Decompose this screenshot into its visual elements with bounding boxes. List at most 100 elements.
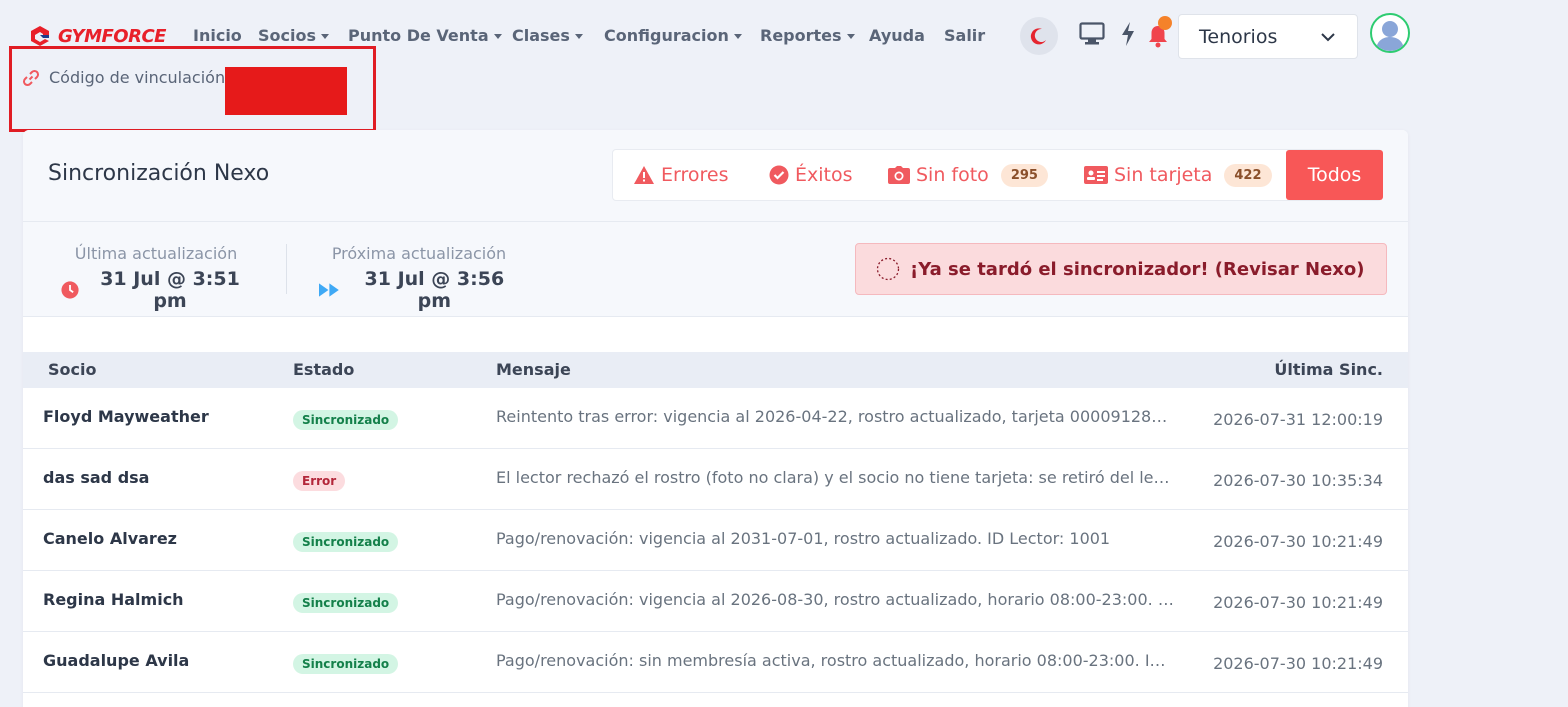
next-update-value: 31 Jul @ 3:56 pm	[364, 268, 505, 312]
cell-ultima-sinc: 2026-07-30 10:21:49	[1213, 593, 1383, 612]
filter-sin-tarjeta-button[interactable]: Sin tarjeta 422	[1084, 150, 1272, 200]
nav-item-ayuda[interactable]: Ayuda	[869, 26, 925, 45]
moon-icon	[1030, 28, 1046, 45]
link-code-row: Código de vinculación:	[22, 68, 230, 87]
nav-item-label: Reportes	[760, 26, 842, 45]
fast-forward-icon	[319, 283, 339, 297]
nav-item-label: Salir	[944, 26, 986, 45]
filter-sin-tarjeta-label: Sin tarjeta	[1114, 164, 1213, 186]
sin-tarjeta-count-badge: 422	[1224, 163, 1272, 187]
nav-item-label: Ayuda	[869, 26, 925, 45]
link-icon	[22, 69, 40, 86]
nav-item-inicio[interactable]: Inicio	[193, 26, 242, 45]
nav-item-label: Socios	[258, 26, 316, 45]
filter-errores-label: Errores	[661, 164, 729, 186]
cell-ultima-sinc: 2026-07-30 10:21:49	[1213, 654, 1383, 673]
cell-socio: Canelo Alvarez	[43, 529, 177, 548]
nav-item-label: Punto De Venta	[348, 26, 489, 45]
cell-socio: Regina Halmich	[43, 590, 184, 609]
nav-item-label: Configuracion	[604, 26, 729, 45]
last-update: Última actualización 31 Jul @ 3:51 pm	[61, 244, 251, 312]
sync-delay-alert: ¡Ya se tardó el sincronizador! (Revisar …	[855, 243, 1387, 295]
next-update-value-row: 31 Jul @ 3:56 pm	[319, 268, 519, 312]
col-header-mensaje[interactable]: Mensaje	[496, 360, 571, 379]
cell-mensaje: El lector rechazó el rostro (foto no cla…	[496, 468, 1176, 487]
cell-socio: Floyd Mayweather	[43, 407, 209, 426]
brand-name: GYMFORCE	[58, 25, 166, 47]
nav-item-label: Inicio	[193, 26, 242, 45]
nav-item-salir[interactable]: Salir	[944, 26, 985, 45]
bolt-icon[interactable]	[1120, 22, 1136, 46]
last-update-label: Última actualización	[74, 244, 238, 263]
filter-todos-button[interactable]: Todos	[1286, 150, 1383, 200]
page-title: Sincronización Nexo	[48, 161, 270, 186]
sync-status-strip: Última actualización 31 Jul @ 3:51 pm Pr…	[23, 222, 1408, 317]
status-badge: Sincronizado	[293, 593, 399, 613]
table-header: Socio Estado Mensaje Última Sinc.	[23, 352, 1408, 388]
gymforce-logo-icon	[31, 26, 49, 46]
caret-down-icon	[321, 34, 329, 39]
cell-mensaje: Pago/renovación: vigencia al 2026-08-30,…	[496, 590, 1176, 609]
card-header: Sincronización Nexo Errores Éxitos Sin f…	[23, 130, 1408, 222]
table-row[interactable]: Guadalupe Avila Sincronizado Pago/renovaci…	[23, 632, 1408, 693]
nav-item-reportes[interactable]: Reportes	[760, 26, 855, 45]
next-update: Próxima actualización 31 Jul @ 3:56 pm	[319, 244, 519, 312]
sync-delay-alert-text: ¡Ya se tardó el sincronizador! (Revisar …	[910, 258, 1365, 280]
branch-select-value: Tenorios	[1199, 25, 1278, 48]
sin-foto-count-badge: 295	[1000, 163, 1048, 187]
chevron-down-icon	[1321, 33, 1335, 42]
warning-icon	[634, 166, 654, 184]
caret-down-icon	[493, 34, 502, 39]
id-card-icon	[1084, 166, 1108, 184]
filter-errores-button[interactable]: Errores	[633, 150, 728, 200]
nav-item-clases[interactable]: Clases	[512, 26, 583, 45]
last-update-value: 31 Jul @ 3:51 pm	[100, 268, 240, 312]
monitor-icon[interactable]	[1079, 22, 1105, 46]
status-badge: Sincronizado	[293, 532, 399, 552]
sync-divider	[286, 244, 287, 294]
link-code-redacted	[225, 67, 347, 115]
table-row[interactable]: Regina Halmich Sincronizado Pago/renovació…	[23, 571, 1408, 632]
col-header-socio[interactable]: Socio	[48, 360, 96, 379]
table-row[interactable]: das sad dsa Error El lector rechazó el ros…	[23, 449, 1408, 510]
last-update-value-row: 31 Jul @ 3:51 pm	[61, 268, 251, 312]
status-badge: Error	[293, 471, 346, 491]
nav-item-punto-de-venta[interactable]: Punto De Venta	[348, 26, 502, 45]
nav-item-socios[interactable]: Socios	[258, 26, 329, 45]
filter-sin-foto-label: Sin foto	[916, 164, 989, 186]
status-badge: Sincronizado	[293, 410, 399, 430]
col-header-estado[interactable]: Estado	[293, 360, 354, 379]
user-avatar[interactable]	[1370, 13, 1410, 53]
nav-item-label: Clases	[512, 26, 570, 45]
user-icon	[1376, 21, 1404, 51]
cell-ultima-sinc: 2026-07-30 10:21:49	[1213, 532, 1383, 551]
camera-icon	[888, 166, 910, 184]
caret-down-icon	[846, 34, 855, 39]
branch-select[interactable]: Tenorios	[1178, 14, 1358, 59]
table-row[interactable]: Floyd Mayweather Sincronizado Reintento tr…	[23, 388, 1408, 449]
cell-mensaje: Reintento tras error: vigencia al 2026-0…	[496, 407, 1176, 426]
notification-dot	[1158, 16, 1172, 30]
sync-card: Sincronización Nexo Errores Éxitos Sin f…	[23, 130, 1408, 707]
clock-icon	[61, 281, 79, 299]
col-header-ultima-sinc[interactable]: Última Sinc.	[1274, 360, 1383, 379]
filter-sin-foto-button[interactable]: Sin foto 295	[888, 150, 1048, 200]
cell-mensaje: Pago/renovación: vigencia al 2031-07-01,…	[496, 529, 1111, 548]
dark-mode-toggle[interactable]	[1020, 17, 1058, 55]
cell-ultima-sinc: 2026-07-31 12:00:19	[1213, 410, 1383, 429]
cell-ultima-sinc: 2026-07-30 10:35:34	[1213, 471, 1383, 490]
brand-logo[interactable]: GYMFORCE	[28, 24, 166, 48]
check-circle-icon	[769, 165, 789, 185]
cell-mensaje: Pago/renovación: sin membresía activa, r…	[496, 651, 1176, 670]
caret-down-icon	[574, 34, 583, 39]
filter-group: Errores Éxitos Sin foto 295 Sin tarjeta …	[612, 149, 1383, 201]
cell-socio: Guadalupe Avila	[43, 651, 190, 670]
table-row[interactable]: Canelo Alvarez Sincronizado Pago/renovació…	[23, 510, 1408, 571]
caret-down-icon	[733, 34, 742, 39]
link-code-label: Código de vinculación:	[49, 68, 231, 87]
spinner-icon	[876, 257, 900, 281]
filter-exitos-button[interactable]: Éxitos	[769, 150, 853, 200]
nav-item-configuracion[interactable]: Configuracion	[604, 26, 742, 45]
status-badge: Sincronizado	[293, 654, 399, 674]
next-update-label: Próxima actualización	[331, 244, 507, 263]
